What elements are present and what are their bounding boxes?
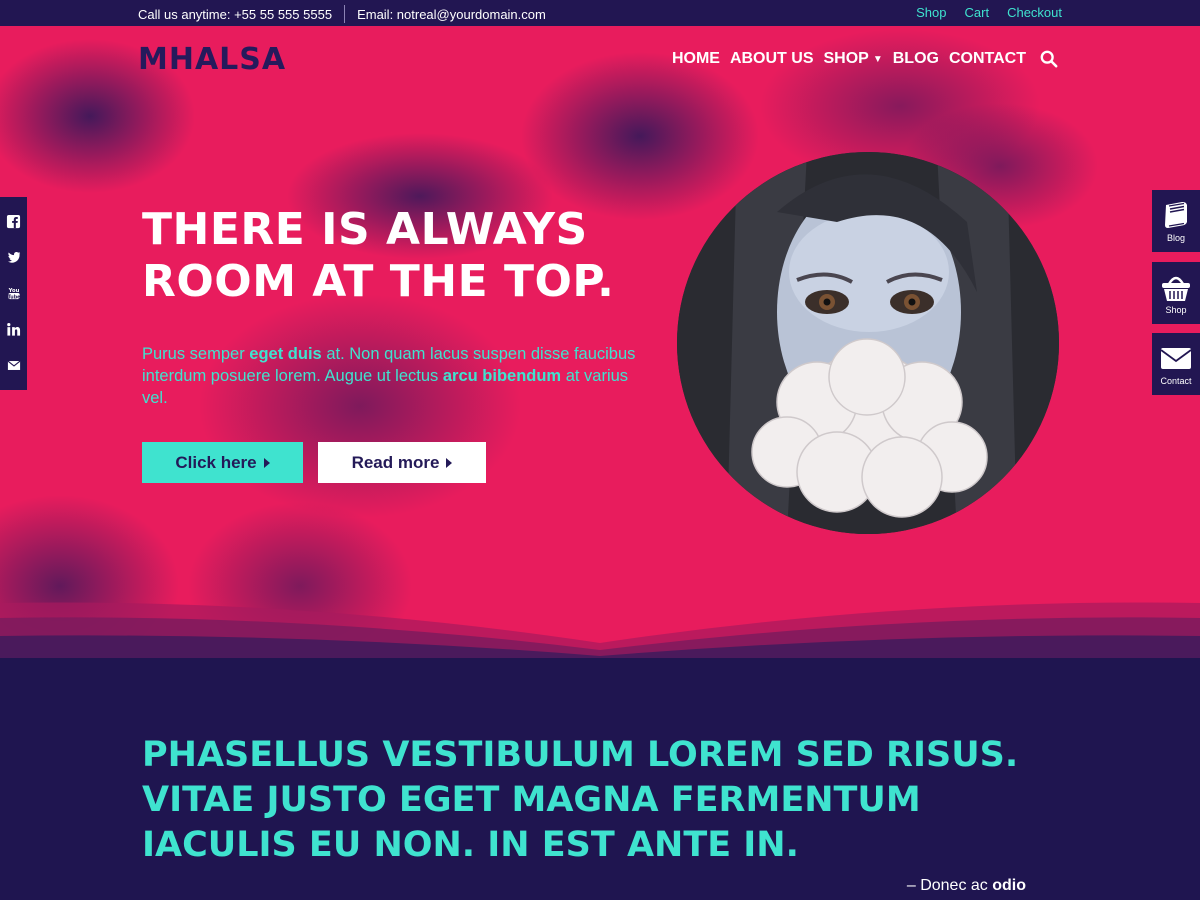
nav-item-shop[interactable]: SHOP ▼	[824, 50, 883, 68]
cite-name: odio	[992, 877, 1026, 894]
book-icon	[1165, 201, 1187, 228]
topbar-link-cart[interactable]: Cart	[965, 5, 990, 20]
headline-line: room at the top.	[142, 256, 615, 307]
phone-text: Call us anytime: +55 55 555 5555	[138, 6, 333, 22]
email-text: Email: notreal@yourdomain.com	[357, 6, 546, 22]
widget-contact[interactable]: Contact	[1152, 333, 1200, 395]
cite-prefix: – Donec ac	[906, 877, 993, 894]
youtube-icon[interactable]: You Tube	[5, 284, 23, 302]
read-more-button[interactable]: Read more	[318, 442, 486, 483]
top-bar: Call us anytime: +55 55 555 5555 Email: …	[0, 0, 1200, 26]
topbar-links: Shop Cart Checkout	[916, 5, 1062, 20]
nav-item-label: SHOP	[823, 50, 869, 67]
nav-item-label: BLOG	[892, 50, 939, 67]
wave-divider	[0, 602, 1200, 658]
lede-emphasis: eget duis	[249, 345, 322, 363]
headline-line: There is always	[142, 204, 588, 255]
envelope-icon	[1160, 347, 1192, 369]
hero-headline: There is always room at the top.	[142, 204, 662, 308]
main-nav: HOME ABOUT US SHOP ▼ BLOG CONTACT	[672, 50, 1058, 68]
portrait-image	[677, 152, 1059, 534]
twitter-icon[interactable]	[5, 248, 23, 266]
button-label: Click here	[175, 452, 257, 472]
widget-shop[interactable]: Shop	[1152, 262, 1200, 324]
nav-item-home[interactable]: HOME	[672, 50, 720, 68]
testimonial-quote: Phasellus vestibulum lorem sed risus. Vi…	[142, 735, 1019, 865]
woman-with-flower-photo	[677, 152, 1059, 534]
basket-icon	[1162, 276, 1190, 301]
linkedin-icon[interactable]	[5, 321, 23, 339]
nav-item-about[interactable]: ABOUT US	[730, 50, 814, 68]
search-icon[interactable]	[1040, 50, 1058, 68]
social-sidebar: You Tube	[0, 197, 27, 390]
site-logo[interactable]: MHALSA	[138, 42, 286, 77]
widget-label: Shop	[1165, 304, 1187, 315]
lede-text: Purus semper	[142, 345, 250, 363]
testimonial-author: – Donec ac odio	[907, 877, 1026, 895]
nav-item-blog[interactable]: BLOG	[893, 50, 939, 68]
widget-blog[interactable]: Blog	[1152, 190, 1200, 252]
caret-right-icon	[263, 457, 270, 468]
widget-label: Contact	[1160, 375, 1192, 386]
click-here-button[interactable]: Click here	[142, 442, 303, 483]
nav-item-contact[interactable]: CONTACT	[949, 50, 1026, 68]
button-label: Read more	[351, 452, 440, 472]
hero-section: MHALSA HOME ABOUT US SHOP ▼ BLOG CONTACT …	[0, 26, 1200, 658]
nav-item-label: HOME	[671, 50, 720, 67]
widget-label: Blog	[1166, 232, 1185, 243]
nav-item-label: ABOUT US	[729, 50, 814, 67]
hero-lede: Purus semper eget duis at. Non quam lacu…	[142, 343, 642, 409]
svg-text:Tube: Tube	[7, 295, 20, 301]
nav-item-label: CONTACT	[948, 50, 1026, 67]
topbar-link-shop[interactable]: Shop	[916, 5, 946, 20]
email-icon[interactable]	[5, 357, 23, 375]
facebook-icon[interactable]	[5, 212, 23, 230]
lede-emphasis: arcu bibendum	[442, 367, 562, 385]
caret-right-icon	[446, 457, 453, 468]
topbar-link-checkout[interactable]: Checkout	[1007, 5, 1062, 20]
chevron-down-icon: ▼	[872, 53, 883, 65]
divider	[344, 5, 346, 23]
topbar-contact: Call us anytime: +55 55 555 5555 Email: …	[138, 5, 546, 23]
